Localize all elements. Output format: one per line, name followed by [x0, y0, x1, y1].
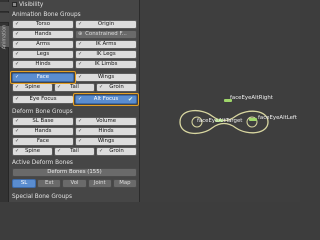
bone-label-left[interactable]: faceEyeAltLeft	[258, 115, 297, 121]
tab-joint[interactable]: Joint	[87, 179, 112, 188]
bone-marker	[249, 118, 257, 121]
tab-map[interactable]: Map	[112, 179, 138, 188]
toggle-tail[interactable]: ✓ Tail	[54, 83, 95, 92]
deform-bones-dropdown[interactable]: Deform Bones (155)	[12, 168, 137, 177]
toggle-origin[interactable]: ✓ Origin	[75, 20, 137, 29]
3d-viewport[interactable]: faceEyeAltRight faceEyeAltTarget faceEye…	[140, 0, 300, 202]
toggle-ik-legs[interactable]: ✓ IK Legs	[75, 50, 137, 59]
toggle-alt-focus[interactable]: ✓ Alt Focus ✔	[75, 95, 137, 104]
side-tab-strip: Animation	[0, 0, 9, 202]
toggle-hinds[interactable]: ✓ Hinds	[12, 60, 74, 69]
active-deform-bones-header: Active Deform Bones	[12, 160, 73, 166]
toggle-ik-arms[interactable]: ✓ IK Arms	[75, 40, 137, 49]
toggle-volume[interactable]: ✓ Volume	[75, 117, 137, 126]
toggle-deform-groin[interactable]: ✓ Groin	[96, 147, 137, 156]
side-tab-animation-label: Animation	[2, 24, 8, 49]
toggle-deform-spine[interactable]: ✓ Spine	[12, 147, 53, 156]
tab-vol[interactable]: Vol	[62, 179, 87, 188]
toggle-deform-face[interactable]: ✓ Face	[12, 137, 74, 146]
viewport-canvas	[179, 99, 269, 134]
side-tab-1[interactable]	[0, 2, 9, 12]
toggle-spine[interactable]: ✓ Spine	[12, 83, 53, 92]
visibility-label: Visibility	[19, 2, 44, 8]
visibility-checkbox[interactable]	[12, 2, 17, 7]
toggle-eye-focus[interactable]: ✓ Eye Focus	[12, 95, 74, 104]
toggle-ik-limbs[interactable]: ✓ IK Limbs	[75, 60, 137, 69]
toggle-deform-hinds[interactable]: ✓ Hinds	[75, 127, 137, 136]
toggle-deform-tail[interactable]: ✓ Tail	[54, 147, 95, 156]
toggle-torso[interactable]: ✓ Torso	[12, 20, 74, 29]
toggle-constrained[interactable]: ⊕ Constrained F...	[75, 30, 137, 39]
deform-bone-groups-header: Deform Bone Groups	[12, 109, 73, 115]
toggle-deform-hands[interactable]: ✓ Hands	[12, 127, 74, 136]
toggle-deform-wings[interactable]: ✓ Wings	[75, 137, 137, 146]
toggle-arms[interactable]: ✓ Arms	[12, 40, 74, 49]
check-icon: ✔	[127, 96, 133, 103]
visibility-header[interactable]: Visibility	[12, 1, 43, 9]
side-tab-animation[interactable]: Animation	[0, 24, 9, 49]
toggle-face[interactable]: ✓ Face	[12, 73, 74, 82]
toggle-hands[interactable]: ✓ Hands	[12, 30, 74, 39]
bone-label-target[interactable]: faceEyeAltTarget	[197, 118, 242, 124]
toggle-groin[interactable]: ✓ Groin	[96, 83, 137, 92]
bone-label-right[interactable]: faceEyeAltRight	[230, 95, 273, 101]
special-bone-groups-header: Special Bone Groups	[12, 194, 73, 200]
properties-panel: Visibility Animation Bone Groups ✓ Torso …	[9, 0, 140, 202]
toggle-legs[interactable]: ✓ Legs	[12, 50, 74, 59]
toggle-wings[interactable]: ✓ Wings	[75, 73, 137, 82]
toggle-sl-base[interactable]: ✓ SL Base	[12, 117, 74, 126]
tab-ext[interactable]: Ext	[37, 179, 62, 188]
animation-bone-groups-header: Animation Bone Groups	[12, 12, 81, 18]
tab-sl[interactable]: SL	[12, 179, 37, 188]
